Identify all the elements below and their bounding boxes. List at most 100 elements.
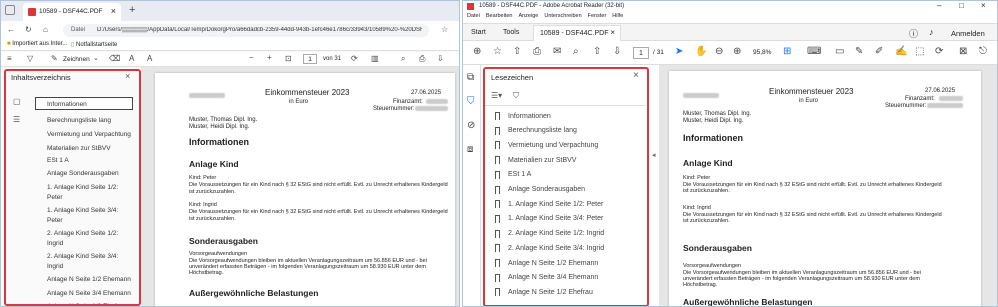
highlight-icon[interactable]: ✐ xyxy=(875,47,883,57)
favorite-emergency[interactable]: ▯ Notfallstartseite xyxy=(71,41,117,48)
zoom-in-icon[interactable]: + xyxy=(267,53,272,63)
notifications-icon[interactable]: ♪ xyxy=(929,27,934,37)
search-icon[interactable]: ⌕ xyxy=(573,47,579,57)
page-number-input[interactable]: 1 xyxy=(303,54,317,64)
highlight-icon[interactable]: ▽ xyxy=(27,54,33,64)
bookmark-icon[interactable]: ⛉ xyxy=(467,97,475,107)
home-icon[interactable]: ⌂ xyxy=(43,25,48,35)
collapse-panel-icon[interactable]: ◂ xyxy=(652,151,656,159)
page-number-input[interactable]: 1 xyxy=(633,47,649,59)
image-icon[interactable]: ⊠ xyxy=(959,47,967,57)
favorite-imported[interactable]: ■ Importiert aus Inter... xyxy=(7,41,67,47)
vorsorge-line-2: unverändert erfassten Beträgen - im folg… xyxy=(683,276,920,282)
create-icon[interactable]: ⊕ xyxy=(473,47,481,57)
title-bar: 10589 - DSF44C.PDF - Adobe Acrobat Reade… xyxy=(463,1,997,13)
vorsorge-line-3: Höchstbetrag. xyxy=(683,282,718,288)
email-icon[interactable]: ✉ xyxy=(553,47,561,57)
favorites-icon[interactable]: ☆ xyxy=(441,25,448,35)
upload-icon[interactable]: ⇧ xyxy=(513,47,521,57)
redacted-block xyxy=(939,96,963,101)
menu-item[interactable]: Datei xyxy=(467,13,480,23)
toc-toggle-icon[interactable]: ≡ xyxy=(7,54,12,64)
help-icon[interactable]: ⓘ xyxy=(909,27,918,40)
tab-start[interactable]: Start xyxy=(471,29,486,36)
window-menu-icon[interactable] xyxy=(5,5,15,15)
menu-item[interactable]: Hilfe xyxy=(612,13,623,23)
hand-icon[interactable]: ✋ xyxy=(695,47,707,57)
zoom-out-icon[interactable]: − xyxy=(249,53,254,63)
page-icon: ▯ xyxy=(71,42,75,48)
heading-anlage-kind: Anlage Kind xyxy=(189,159,239,169)
next-page-icon[interactable]: ⇩ xyxy=(613,47,621,57)
close-window-icon[interactable]: × xyxy=(981,1,986,10)
attachment-icon[interactable]: ⊘ xyxy=(467,121,475,131)
close-tab-icon[interactable]: × xyxy=(610,28,615,37)
draw-icon[interactable]: ✎ xyxy=(51,54,58,64)
redacted-block xyxy=(415,106,448,111)
maximize-icon[interactable]: □ xyxy=(959,1,964,10)
fit-icon[interactable]: ⊞ xyxy=(783,47,791,57)
signin-link[interactable]: Anmelden xyxy=(951,29,985,38)
vorsorge-line-2: unverändert erfassten Beträgen - im folg… xyxy=(189,264,426,270)
heading-informationen: Informationen xyxy=(683,133,743,143)
draw-label[interactable]: Zeichnen xyxy=(63,56,90,63)
two-page-icon[interactable]: ▥ xyxy=(371,54,379,64)
rotate-icon[interactable]: ⟳ xyxy=(935,47,943,57)
menu-item[interactable]: Unterschreiben xyxy=(544,13,581,23)
tab-pdf[interactable]: 10589 - DSF44C.PDF × xyxy=(23,3,121,21)
tab-document[interactable]: 10589 - DSF44C.PDF × xyxy=(533,25,621,42)
kind-peter: Kind: Peter xyxy=(683,175,711,181)
redacted-block xyxy=(426,99,448,104)
print-icon[interactable]: ⎙ xyxy=(419,54,425,64)
fit-page-icon[interactable]: ⊡ xyxy=(285,54,292,64)
heading-aussergewoehnlich: Außergewöhnliche Belastungen xyxy=(189,288,319,298)
finanzamt-label: Finanzamt: xyxy=(393,99,423,105)
chevron-down-icon[interactable]: ⌄ xyxy=(93,54,99,64)
zoom-level[interactable]: 95,8% xyxy=(753,49,771,56)
pen-icon[interactable]: ✎ xyxy=(855,47,863,57)
highlight-frame xyxy=(483,67,649,306)
kind-peter-text: Die Voraussetzungen für ein Kind nach § … xyxy=(189,182,448,195)
layers-icon[interactable]: ⧈ xyxy=(467,145,473,155)
sign-icon[interactable]: ✍ xyxy=(895,47,907,57)
tab-tools[interactable]: Tools xyxy=(503,29,519,36)
refresh-icon[interactable]: ↻ xyxy=(25,25,32,35)
keyboard-icon[interactable]: ⌨ xyxy=(807,47,821,57)
print-icon[interactable]: ⎙ xyxy=(533,47,541,57)
pages-icon[interactable]: ⧉ xyxy=(467,73,474,83)
redacted-block xyxy=(189,93,225,98)
minimize-icon[interactable]: – xyxy=(937,1,941,10)
new-tab-button[interactable]: + xyxy=(129,4,135,16)
tab-bar: Start Tools 10589 - DSF44C.PDF × ⓘ ♪ Anm… xyxy=(463,23,997,42)
menu-item[interactable]: Anzeige xyxy=(518,13,538,23)
rotate-icon[interactable]: ⟳ xyxy=(351,54,358,64)
taxpayer-name-1: Muster, Thomas Dipl. Ing. xyxy=(683,111,752,117)
pdf-page: Einkommensteuer 2023 in Euro 27.06.2025 … xyxy=(155,73,455,306)
text-icon[interactable]: A xyxy=(129,54,134,64)
pdf-icon xyxy=(28,8,36,16)
edge-window: 10589 - DSF44C.PDF × + ← ↻ ⌂ Datei D:/Us… xyxy=(0,0,460,307)
close-tab-icon[interactable]: × xyxy=(111,6,116,16)
comment-icon[interactable]: ▭ xyxy=(835,47,844,57)
doc-title: Einkommensteuer 2023 xyxy=(265,88,350,97)
zoom-out-icon[interactable]: ⊖ xyxy=(715,47,723,57)
back-icon[interactable]: ← xyxy=(7,25,15,35)
acrobat-toolbar: ⊕ ☆ ⇧ ⎙ ✉ ⌕ ⇧ ⇩ 1 / 31 ➤ ✋ ⊖ ⊕ 95,8% ⊞ ⌨… xyxy=(463,41,997,65)
address-bar[interactable]: Datei D:/Users/▒▒▒▒▒▒/AppData/Local/Temp… xyxy=(63,24,429,37)
eraser-icon[interactable]: ⌫ xyxy=(109,54,120,64)
stamp-icon[interactable]: ⬚ xyxy=(915,47,924,57)
star-icon[interactable]: ☆ xyxy=(493,47,502,57)
save-icon[interactable]: ⇩ xyxy=(437,54,444,64)
cursor-icon[interactable]: ➤ xyxy=(675,47,683,57)
menu-item[interactable]: Bearbeiten xyxy=(486,13,513,23)
heading-informationen: Informationen xyxy=(189,137,249,147)
redacted-block xyxy=(683,93,719,98)
read-aloud-icon[interactable]: A xyxy=(147,54,152,64)
kind-ingrid: Kind: Ingrid xyxy=(683,205,711,211)
menu-item[interactable]: Fenster xyxy=(588,13,607,23)
search-icon[interactable]: ⌕ xyxy=(401,54,405,64)
share-icon[interactable]: ⎋ xyxy=(979,47,987,57)
vorsorge-line-3: Höchstbetrag. xyxy=(189,270,224,276)
zoom-in-icon[interactable]: ⊕ xyxy=(733,47,741,57)
prev-page-icon[interactable]: ⇧ xyxy=(593,47,601,57)
